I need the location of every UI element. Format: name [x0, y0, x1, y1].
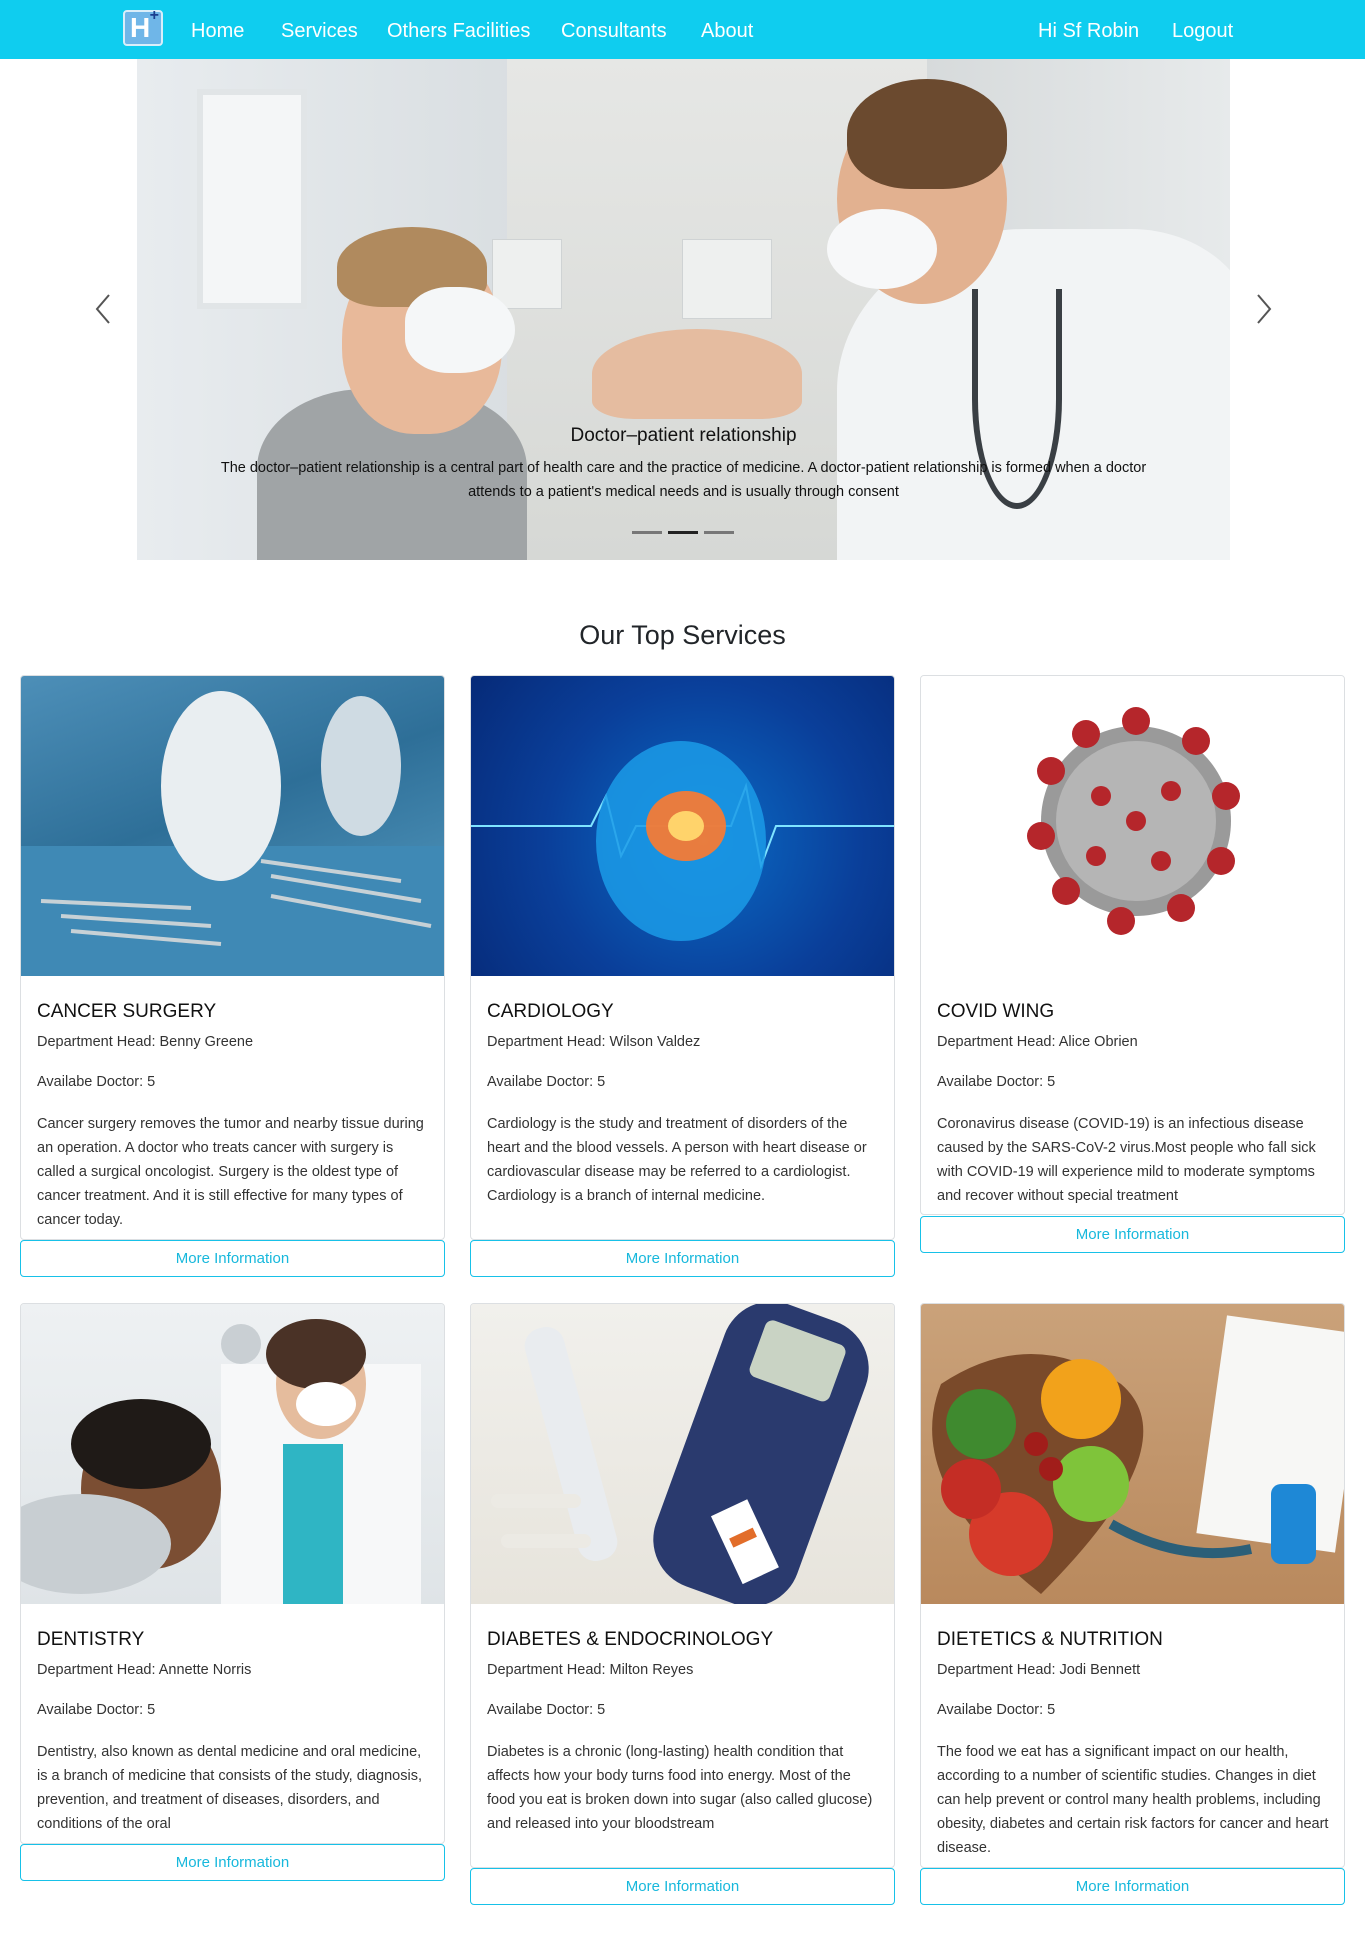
nav-services[interactable]: Services — [281, 19, 358, 43]
logout-link[interactable]: Logout — [1172, 19, 1233, 43]
more-information-button[interactable]: More Information — [920, 1216, 1345, 1253]
nav-about[interactable]: About — [701, 19, 753, 43]
service-card: DIABETES & ENDOCRINOLOGY Department Head… — [470, 1303, 895, 1868]
available-doctors: Availabe Doctor: 5 — [937, 1702, 1056, 1718]
service-image — [21, 676, 444, 976]
boy-figure — [405, 287, 515, 373]
window-decor — [197, 89, 307, 309]
service-image — [921, 1304, 1344, 1604]
service-image — [921, 676, 1344, 976]
service-image — [471, 676, 894, 976]
department-head: Department Head: Jodi Bennett — [937, 1662, 1141, 1678]
service-description: Cardiology is the study and treatment of… — [487, 1116, 867, 1204]
service-card: DIETETICS & NUTRITION Department Head: J… — [920, 1303, 1345, 1868]
service-image — [471, 1304, 894, 1604]
carousel-caption-text: The doctor–patient relationship is a cen… — [220, 460, 1147, 500]
service-title: DIABETES & ENDOCRINOLOGY — [487, 1629, 774, 1650]
carousel-indicator[interactable] — [632, 531, 662, 534]
hospital-logo-icon[interactable]: H + — [123, 7, 163, 46]
service-card: DENTISTRY Department Head: Annette Norri… — [20, 1303, 445, 1844]
more-information-button[interactable]: More Information — [920, 1868, 1345, 1905]
poster-decor — [682, 239, 772, 319]
service-card: CANCER SURGERY Department Head: Benny Gr… — [20, 675, 445, 1240]
available-doctors: Availabe Doctor: 5 — [487, 1074, 606, 1090]
service-title: CANCER SURGERY — [37, 1001, 217, 1022]
service-title: DIETETICS & NUTRITION — [937, 1629, 1163, 1650]
service-description: The food we eat has a significant impact… — [937, 1744, 1329, 1856]
poster-decor — [492, 239, 562, 309]
heart-hands — [592, 329, 802, 419]
hero-carousel: Doctor–patient relationship The doctor–p… — [137, 59, 1230, 560]
more-information-button[interactable]: More Information — [20, 1844, 445, 1881]
section-title: Our Top Services — [579, 620, 786, 650]
service-image — [21, 1304, 444, 1604]
navbar: H + Home Services Others Facilities Cons… — [0, 0, 1365, 59]
carousel-caption-title: Doctor–patient relationship — [570, 425, 797, 446]
service-description: Coronavirus disease (COVID-19) is an inf… — [937, 1116, 1316, 1204]
service-title: CARDIOLOGY — [487, 1001, 614, 1022]
service-card: COVID WING Department Head: Alice Obrien… — [920, 675, 1345, 1215]
user-greeting[interactable]: Hi Sf Robin — [1038, 19, 1139, 43]
department-head: Department Head: Wilson Valdez — [487, 1034, 701, 1050]
available-doctors: Availabe Doctor: 5 — [37, 1702, 156, 1718]
doctor-figure — [827, 209, 937, 289]
carousel-indicator-active[interactable] — [668, 531, 698, 534]
department-head: Department Head: Benny Greene — [37, 1034, 254, 1050]
chevron-right-icon[interactable] — [1254, 292, 1274, 332]
service-description: Diabetes is a chronic (long-lasting) hea… — [487, 1744, 873, 1832]
carousel-indicator[interactable] — [704, 531, 734, 534]
available-doctors: Availabe Doctor: 5 — [937, 1074, 1056, 1090]
department-head: Department Head: Milton Reyes — [487, 1662, 694, 1678]
more-information-button[interactable]: More Information — [20, 1240, 445, 1277]
department-head: Department Head: Alice Obrien — [937, 1034, 1138, 1050]
doctor-figure — [847, 79, 1007, 189]
service-title: COVID WING — [937, 1001, 1055, 1022]
service-card: CARDIOLOGY Department Head: Wilson Valde… — [470, 675, 895, 1240]
nav-consultants[interactable]: Consultants — [561, 19, 667, 43]
nav-home[interactable]: Home — [191, 19, 244, 43]
more-information-button[interactable]: More Information — [470, 1240, 895, 1277]
logo-letter: H — [130, 12, 151, 43]
service-description: Dentistry, also known as dental medicine… — [37, 1744, 422, 1832]
service-title: DENTISTRY — [37, 1629, 145, 1650]
chevron-left-icon[interactable] — [93, 292, 113, 332]
available-doctors: Availabe Doctor: 5 — [487, 1702, 606, 1718]
service-description: Cancer surgery removes the tumor and nea… — [37, 1116, 424, 1228]
nav-others-facilities[interactable]: Others Facilities — [387, 19, 530, 43]
available-doctors: Availabe Doctor: 5 — [37, 1074, 156, 1090]
more-information-button[interactable]: More Information — [470, 1868, 895, 1905]
department-head: Department Head: Annette Norris — [37, 1662, 252, 1678]
logo-plus: + — [149, 7, 159, 24]
